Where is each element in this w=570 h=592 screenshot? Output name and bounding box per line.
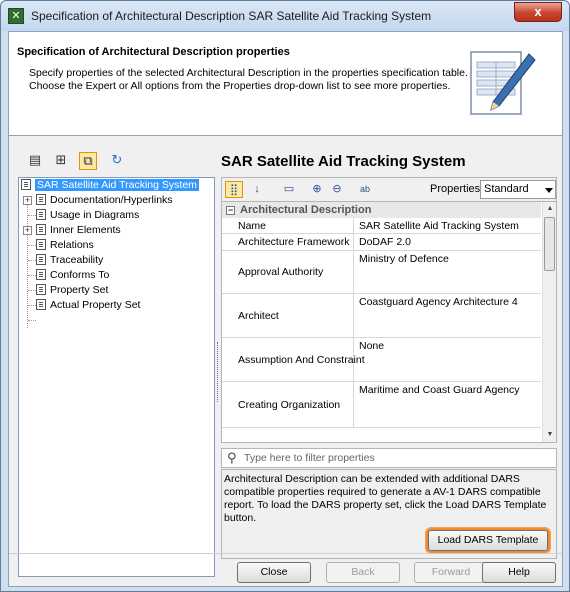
properties-mode-select[interactable]: Standard — [480, 180, 556, 199]
properties-table: − Architectural Description Name SAR Sate… — [221, 201, 557, 443]
property-group-icon — [36, 269, 46, 280]
search-icon: ⚲ — [227, 450, 237, 465]
help-button[interactable]: Help — [482, 562, 556, 583]
section-header[interactable]: − Architectural Description — [222, 202, 541, 218]
tree-item-relations[interactable]: Relations — [36, 238, 94, 253]
tree-item-actual-property-set[interactable]: Actual Property Set — [36, 298, 140, 313]
specification-window: ✕ Specification of Architectural Descrip… — [0, 0, 570, 592]
header-title: Specification of Architectural Descripti… — [17, 46, 290, 58]
collapse-all-icon[interactable]: ⊖ — [328, 181, 346, 198]
dialog-buttons: Close Back Forward Help — [9, 553, 562, 586]
table-row[interactable]: Assumption And Constraint None — [222, 338, 541, 382]
tree-item-usage-in-diagrams[interactable]: Usage in Diagrams — [36, 208, 139, 223]
left-panel: ▤ ⊞ ⧉ ↻ + + SAR Satellite Aid Tracking S… — [18, 147, 215, 577]
app-icon: ✕ — [8, 8, 24, 24]
categorized-view-icon[interactable]: ⣿ — [225, 181, 243, 198]
property-group-icon — [36, 239, 46, 250]
spelling-icon[interactable]: ab — [356, 181, 374, 198]
info-description: Architectural Description can be extende… — [221, 469, 557, 529]
collapse-section-icon[interactable]: − — [226, 206, 235, 215]
window-title: Specification of Architectural Descripti… — [31, 9, 432, 23]
property-group-icon — [36, 299, 46, 310]
copy-icon[interactable]: ⧉ — [79, 152, 97, 170]
navigation-tree: + + SAR Satellite Aid Tracking System Do… — [18, 177, 215, 577]
scroll-up-icon[interactable]: ▲ — [543, 202, 556, 216]
properties-label: Properties: — [430, 183, 484, 195]
hierarchy-icon[interactable]: ⊞ — [52, 152, 70, 170]
document-pencil-icon — [470, 51, 536, 115]
tree-item-documentation[interactable]: Documentation/Hyperlinks — [36, 193, 173, 208]
expand-inner-elements-icon[interactable]: + — [23, 226, 32, 235]
table-row[interactable]: Architect Coastguard Agency Architecture… — [222, 294, 541, 338]
properties-toolbar: ⣿ ↓ ▭ ⊕ ⊖ ab Properties: Standard — [221, 177, 557, 201]
close-window-button[interactable]: x — [514, 2, 562, 22]
properties-scrollbar[interactable]: ▲ ▼ — [542, 202, 556, 442]
header-description: Specify properties of the selected Archi… — [29, 67, 468, 92]
element-title: SAR Satellite Aid Tracking System — [221, 153, 466, 170]
table-row[interactable]: Name SAR Satellite Aid Tracking System — [222, 218, 541, 234]
list-view-icon[interactable]: ▤ — [26, 152, 44, 170]
sort-alphabetical-icon[interactable]: ↓ — [248, 181, 266, 198]
table-row[interactable]: Approval Authority Ministry of Defence — [222, 251, 541, 294]
forward-button[interactable]: Forward — [414, 562, 488, 583]
description-icon[interactable]: ▭ — [280, 181, 298, 198]
table-row[interactable]: Architecture Framework DoDAF 2.0 — [222, 234, 541, 251]
right-panel: SAR Satellite Aid Tracking System ⣿ ↓ ▭ … — [221, 147, 557, 577]
dialog-header: Specification of Architectural Descripti… — [9, 32, 562, 136]
dropdown-arrow-icon — [545, 188, 553, 193]
tree-item-property-set[interactable]: Property Set — [36, 283, 108, 298]
expand-all-icon[interactable]: ⊕ — [308, 181, 326, 198]
refresh-icon[interactable]: ↻ — [108, 152, 126, 170]
tree-toolbar: ▤ ⊞ ⧉ ↻ — [18, 147, 215, 175]
property-group-icon — [36, 209, 46, 220]
dialog-content: Specification of Architectural Descripti… — [8, 31, 563, 587]
tree-item-conforms-to[interactable]: Conforms To — [36, 268, 109, 283]
table-row[interactable]: Creating Organization Maritime and Coast… — [222, 382, 541, 428]
expand-documentation-icon[interactable]: + — [23, 196, 32, 205]
property-group-icon — [36, 284, 46, 295]
tree-item-inner-elements[interactable]: Inner Elements — [36, 223, 121, 238]
tree-item-root[interactable]: SAR Satellite Aid Tracking System — [21, 178, 199, 193]
scroll-thumb[interactable] — [544, 217, 555, 271]
close-button[interactable]: Close — [237, 562, 311, 583]
property-group-icon — [36, 254, 46, 265]
property-group-icon — [36, 194, 46, 205]
title-bar[interactable]: ✕ Specification of Architectural Descrip… — [1, 1, 569, 31]
element-icon — [21, 179, 31, 190]
filter-box: ⚲ — [221, 448, 557, 468]
property-group-icon — [36, 224, 46, 235]
load-dars-template-button[interactable]: Load DARS Template — [425, 527, 551, 554]
scroll-down-icon[interactable]: ▼ — [543, 428, 556, 442]
tree-item-traceability[interactable]: Traceability — [36, 253, 103, 268]
filter-input[interactable] — [244, 451, 544, 465]
back-button[interactable]: Back — [326, 562, 400, 583]
